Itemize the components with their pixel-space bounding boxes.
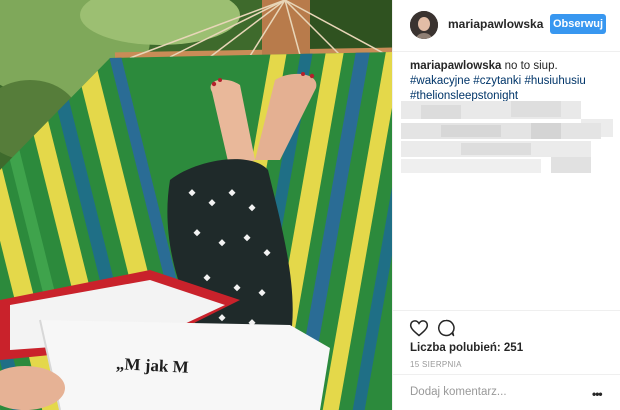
avatar[interactable]	[410, 11, 438, 39]
avatar-image	[410, 11, 438, 39]
post-photo[interactable]: „M jak M	[0, 0, 392, 410]
hashtag-link[interactable]: #wakacyjne	[410, 75, 470, 87]
likes-count[interactable]: Liczba polubień: 251	[410, 342, 523, 354]
caption-text: no to siup.	[501, 60, 558, 72]
post-header: mariapawlowska Obserwuj	[393, 0, 620, 52]
post-caption: mariapawlowska no to siup. #wakacyjne #c…	[410, 59, 610, 104]
follow-button[interactable]: Obserwuj	[550, 14, 606, 34]
actions-divider	[393, 310, 620, 312]
post-sidebar: mariapawlowska Obserwuj mariapawlowska n…	[392, 0, 620, 410]
caption-username[interactable]: mariapawlowska	[410, 60, 501, 72]
comment-input[interactable]: Dodaj komentarz...	[410, 386, 507, 398]
blurred-comments	[401, 101, 613, 173]
post-date[interactable]: 15 SIERPNIA	[410, 360, 462, 369]
header-username[interactable]: mariapawlowska	[448, 17, 543, 31]
heart-icon[interactable]	[409, 318, 429, 338]
more-options-icon[interactable]: •••	[592, 387, 603, 401]
instagram-post: „M jak M mariapawlowska Obserwuj mariapa…	[0, 0, 620, 410]
comment-icon[interactable]	[436, 318, 456, 338]
hashtag-link[interactable]: #czytanki	[473, 75, 521, 87]
hashtag-link[interactable]: #husiuhusiu	[524, 75, 585, 87]
hammock-photo-graphic	[0, 0, 392, 410]
book-title: „M jak M	[115, 354, 190, 377]
add-comment-bar: Dodaj komentarz... •••	[393, 374, 620, 410]
